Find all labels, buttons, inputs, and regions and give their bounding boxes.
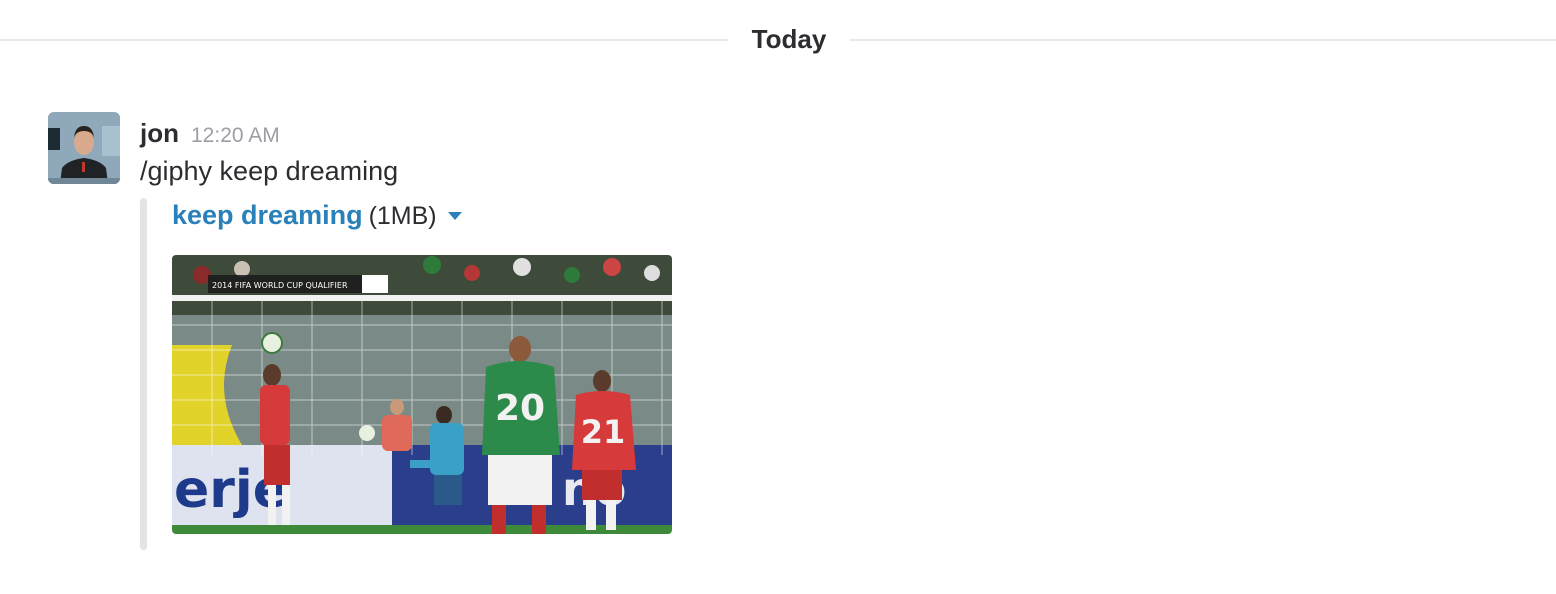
attachment-size: (1MB) bbox=[368, 202, 437, 230]
day-divider-label: Today bbox=[751, 24, 827, 54]
attachment-title: keep dreaming (1MB) bbox=[172, 200, 463, 231]
message-header: jon 12:20 AM bbox=[140, 118, 280, 152]
soccer-gif-image-icon: 2014 FIFA WORLD CUP QUALIFIER erje no bbox=[172, 255, 672, 534]
message: jon 12:20 AM /giphy keep dreaming keep dr… bbox=[48, 112, 1528, 562]
scoreboard-text: 2014 FIFA WORLD CUP QUALIFIER bbox=[212, 281, 348, 290]
caret-down-icon[interactable] bbox=[447, 208, 463, 226]
author-name[interactable]: jon bbox=[140, 118, 179, 148]
message-timestamp[interactable]: 12:20 AM bbox=[191, 124, 280, 147]
gif-image[interactable]: 2014 FIFA WORLD CUP QUALIFIER erje no bbox=[172, 255, 672, 534]
attachment-bar bbox=[140, 198, 147, 550]
jersey-number-21: 21 bbox=[581, 413, 626, 451]
divider-rule-right bbox=[850, 39, 1556, 41]
message-text: /giphy keep dreaming bbox=[140, 156, 399, 186]
user-avatar-icon bbox=[48, 112, 120, 184]
avatar[interactable] bbox=[48, 112, 120, 184]
jersey-number-20: 20 bbox=[495, 388, 545, 429]
day-divider: Today bbox=[0, 18, 1556, 62]
attachment: keep dreaming (1MB) 2014 FIFA WORLD CUP … bbox=[140, 198, 700, 550]
chat-view: Today jon 12:20 AM /giphy keep dreaming k… bbox=[0, 0, 1556, 594]
attachment-link[interactable]: keep dreaming bbox=[172, 200, 363, 230]
divider-rule-left bbox=[0, 39, 728, 41]
